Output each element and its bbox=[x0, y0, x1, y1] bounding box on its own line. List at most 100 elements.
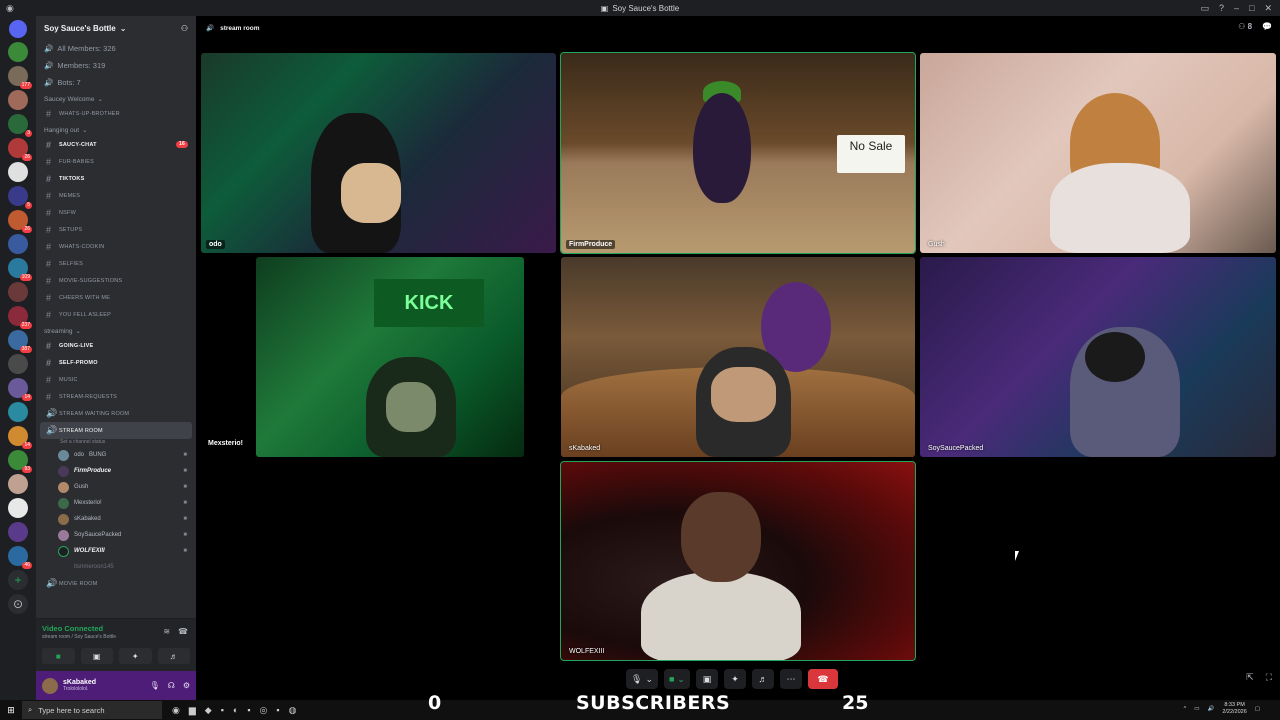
server-icon[interactable]: 14 bbox=[8, 378, 32, 401]
camera-button[interactable]: ■ bbox=[42, 648, 75, 664]
server-icon[interactable]: 3 bbox=[8, 114, 32, 137]
server-icon[interactable] bbox=[8, 162, 28, 182]
discover-icon[interactable]: ⊙ bbox=[8, 594, 28, 614]
video-tile-mexsterio[interactable]: KICK bbox=[256, 257, 524, 457]
avatar[interactable] bbox=[42, 677, 58, 694]
close-icon[interactable]: ✕ bbox=[1264, 3, 1272, 14]
app-icon[interactable]: ▪ bbox=[247, 705, 250, 716]
member-stat[interactable]: 🔊 Bots: 7 bbox=[36, 74, 196, 91]
channel-whats-cookin[interactable]: # whats-cookin bbox=[36, 238, 196, 255]
voice-user[interactable]: Gush ■ bbox=[36, 479, 196, 495]
home-icon[interactable] bbox=[9, 20, 27, 38]
server-icon[interactable]: 26 bbox=[8, 210, 32, 233]
soundboard-button[interactable]: ♬ bbox=[751, 669, 774, 689]
app-icon[interactable]: ▪ bbox=[276, 705, 279, 716]
channel-you-fell-asleep[interactable]: # you fell asleep bbox=[36, 306, 196, 323]
disconnect-button[interactable]: ☎ bbox=[807, 669, 838, 689]
server-icon[interactable]: 93 bbox=[8, 450, 32, 473]
channel-tiktoks[interactable]: # tiktoks bbox=[36, 170, 196, 187]
server-header[interactable]: Soy Sauce's Bottle ⌄ ⚇ bbox=[36, 16, 196, 40]
taskbar-search[interactable]: ⌕ Type here to search bbox=[22, 701, 162, 719]
video-tile-firmproduce[interactable]: No Sale FirmProduce bbox=[560, 52, 916, 254]
members-icon[interactable]: ⚇ 8 bbox=[1238, 22, 1252, 31]
server-icon[interactable]: 5 bbox=[8, 186, 32, 209]
server-icon[interactable] bbox=[8, 234, 28, 254]
notifications-icon[interactable]: ▢ bbox=[1255, 706, 1260, 712]
video-tile-soysaucepacked[interactable]: SoySaucePacked bbox=[920, 257, 1276, 457]
windows-start-icon[interactable]: ⊞ bbox=[0, 705, 22, 716]
chrome-icon[interactable]: ◉ bbox=[172, 705, 180, 716]
category-hanging-out[interactable]: Hanging out ⌄ bbox=[36, 122, 196, 136]
signal-icon[interactable]: ≋ bbox=[163, 627, 170, 636]
server-icon[interactable] bbox=[8, 498, 28, 518]
category-streaming[interactable]: streaming ⌄ bbox=[36, 323, 196, 337]
visual-studio-icon[interactable]: ◆ bbox=[205, 705, 212, 716]
channel-self-promo[interactable]: # self-promo bbox=[36, 354, 196, 371]
minimize-icon[interactable]: – bbox=[1234, 3, 1239, 13]
headphones-icon[interactable]: ☊ bbox=[168, 681, 175, 690]
member-stat[interactable]: 🔊 Members: 319 bbox=[36, 57, 196, 74]
mute-button[interactable]: 🎙 ⌄ bbox=[626, 669, 658, 689]
channel-cheers-with-me[interactable]: # cheers with me bbox=[36, 289, 196, 306]
video-tile-wolfexiii[interactable]: WOLFEXIII bbox=[560, 461, 916, 661]
channel-setups[interactable]: # setups bbox=[36, 221, 196, 238]
channel-stream-requests[interactable]: # stream-requests bbox=[36, 388, 196, 405]
discord-icon[interactable]: ◍ bbox=[289, 705, 297, 716]
gear-icon[interactable]: ⚙ bbox=[183, 681, 190, 690]
voice-user[interactable]: SoySaucePacked ■ bbox=[36, 527, 196, 543]
obs-icon[interactable]: ◎ bbox=[260, 705, 268, 716]
channel-movie-room[interactable]: 🔊 movie room bbox=[36, 575, 196, 592]
category-welcome[interactable]: Saucey Welcome ⌄ bbox=[36, 91, 196, 105]
voice-user[interactable]: Mexsterio! ■ bbox=[36, 495, 196, 511]
server-icon[interactable] bbox=[8, 42, 28, 62]
server-icon[interactable]: 177 bbox=[8, 66, 32, 89]
add-server-icon[interactable]: + bbox=[8, 570, 28, 590]
channel-music[interactable]: # music bbox=[36, 371, 196, 388]
member-stat[interactable]: 🔊 All Members: 326 bbox=[36, 40, 196, 57]
server-icon[interactable] bbox=[8, 522, 28, 542]
server-icon[interactable] bbox=[8, 90, 28, 110]
maximize-icon[interactable]: □ bbox=[1249, 3, 1254, 13]
screen-share-button[interactable]: ▣ bbox=[695, 669, 718, 689]
volume-icon[interactable]: 🔊 bbox=[1207, 706, 1214, 712]
server-icon[interactable]: 387 bbox=[8, 330, 32, 353]
server-icon[interactable]: 237 bbox=[8, 306, 32, 329]
popout-icon[interactable]: ⇱ bbox=[1246, 672, 1254, 683]
voice-user[interactable]: WOLFEXIII ■ bbox=[36, 543, 196, 559]
video-tile-odo[interactable]: odo bbox=[201, 53, 556, 253]
server-icon[interactable]: 109 bbox=[8, 258, 32, 281]
server-icon[interactable] bbox=[8, 282, 28, 302]
channel-memes[interactable]: # memes bbox=[36, 187, 196, 204]
channel-stream-room[interactable]: 🔊 stream room bbox=[40, 422, 192, 439]
more-button[interactable]: ⋯ bbox=[779, 669, 802, 689]
camera-toggle-button[interactable]: ■ ⌄ bbox=[663, 669, 690, 689]
disconnect-icon[interactable]: ☎ bbox=[178, 627, 188, 636]
channel-selfies[interactable]: # selfies bbox=[36, 255, 196, 272]
server-icon[interactable]: 46 bbox=[8, 546, 32, 569]
soundboard-button[interactable]: ♬ bbox=[157, 648, 190, 664]
voice-user[interactable]: itsrimeroon145 bbox=[36, 559, 196, 575]
channel-stream-waiting-room[interactable]: 🔊 stream waiting room bbox=[36, 405, 196, 422]
mic-icon[interactable]: 🎙 bbox=[150, 681, 160, 690]
app-icon[interactable]: ▪ bbox=[221, 705, 224, 716]
server-icon[interactable]: 14 bbox=[8, 426, 32, 449]
server-icon[interactable] bbox=[8, 402, 28, 422]
folder-icon[interactable]: ▆ bbox=[189, 705, 196, 716]
channel-status[interactable]: Set a channel status bbox=[36, 439, 196, 447]
clock[interactable]: 8:33 PM 2/22/2026 bbox=[1222, 702, 1246, 716]
voice-user[interactable]: FirmProduce ■ bbox=[36, 463, 196, 479]
channel-whats-up-brother[interactable]: # whats-up-brother bbox=[36, 105, 196, 122]
video-tile-gush[interactable]: Gush bbox=[920, 53, 1276, 253]
channel-saucy-chat[interactable]: # saucy-chat 16 bbox=[36, 136, 196, 153]
channel-fur-babies[interactable]: # fur-babies bbox=[36, 153, 196, 170]
server-icon[interactable] bbox=[8, 474, 28, 494]
channel-movie-suggestions[interactable]: # movie-suggestions bbox=[36, 272, 196, 289]
fullscreen-icon[interactable]: ⛶ bbox=[1266, 672, 1272, 683]
screen-share-button[interactable]: ▣ bbox=[80, 648, 113, 664]
help-icon[interactable]: ? bbox=[1219, 3, 1224, 13]
voice-user[interactable]: sKabaked ■ bbox=[36, 511, 196, 527]
inbox-icon[interactable]: ▭ bbox=[1200, 3, 1209, 14]
steam-icon[interactable]: ◐ bbox=[233, 705, 238, 716]
chat-icon[interactable]: 💬 bbox=[1262, 22, 1272, 31]
tray-chevron-icon[interactable]: ^ bbox=[1184, 706, 1187, 712]
